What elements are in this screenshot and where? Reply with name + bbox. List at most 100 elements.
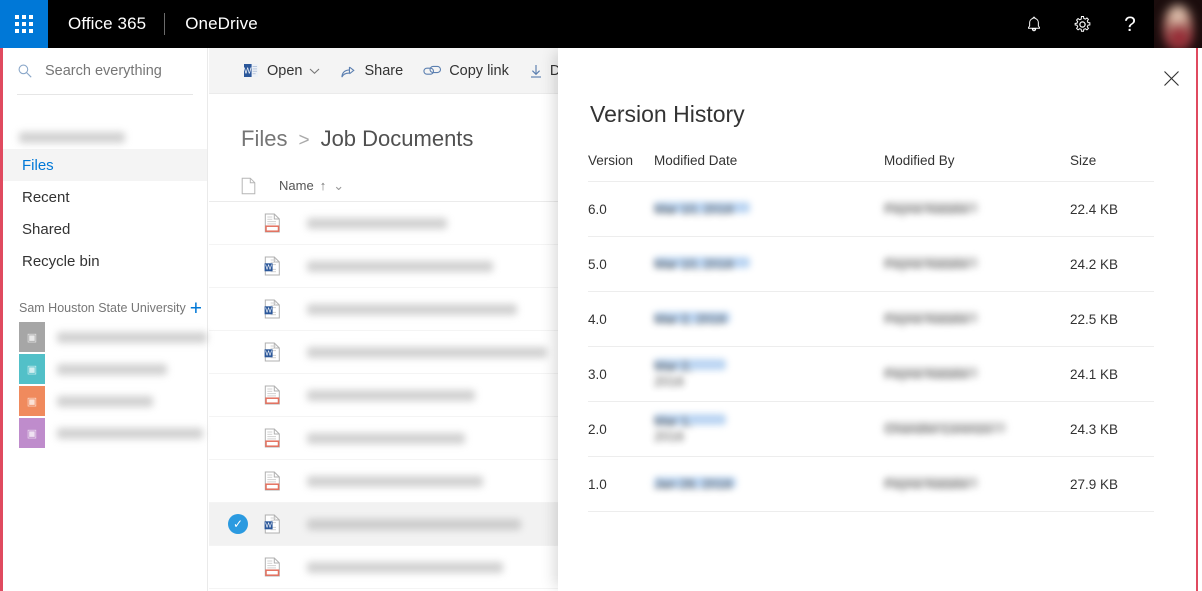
- share-icon: [340, 63, 357, 79]
- word-file-icon: W: [253, 514, 291, 534]
- svg-text:W: W: [265, 308, 272, 315]
- version-cell: 4.0: [588, 312, 654, 327]
- table-row[interactable]: 2.0 Mar 1, 2016 Chandler Lorenzo 24.3 KB: [588, 401, 1154, 456]
- open-button-label: Open: [267, 63, 302, 79]
- version-cell: 3.0: [588, 367, 654, 382]
- avatar[interactable]: [1154, 0, 1202, 48]
- table-row[interactable]: 5.0 Mar 10, 2016 Payne Natalie 24.2 KB: [588, 236, 1154, 291]
- sidebar-section-header: Sam Houston State University +: [3, 295, 207, 321]
- table-header-row: Version Modified Date Modified By Size: [588, 153, 1154, 181]
- modified-by-cell: Chandler Lorenzo: [884, 422, 1006, 433]
- table-row[interactable]: 3.0 Mar 2, 2016 Payne Natalie 24.1 KB: [588, 346, 1154, 401]
- modified-by-cell: Payne Natalie: [884, 312, 978, 323]
- word-file-icon: W: [253, 342, 291, 362]
- column-header-name[interactable]: Name ↑ ⌄: [279, 178, 344, 194]
- chevron-down-icon: [309, 63, 320, 79]
- sort-ascending-icon: ↑: [320, 178, 327, 193]
- pdf-file-icon: [253, 557, 291, 577]
- row-selector[interactable]: ✓: [223, 514, 253, 534]
- link-icon: [423, 64, 442, 78]
- site-tile-icon: ▣: [19, 418, 45, 448]
- breadcrumb-separator: >: [298, 130, 309, 152]
- size-cell: 24.1 KB: [1070, 367, 1154, 382]
- suite-brand[interactable]: Office 365: [48, 14, 164, 34]
- svg-text:W: W: [265, 265, 272, 272]
- page-title: Version History: [590, 101, 745, 128]
- site-tile-icon: ▣: [19, 354, 45, 384]
- sidebar-item-label: Files: [22, 157, 54, 174]
- share-button-label: Share: [364, 63, 403, 79]
- document-icon: [241, 177, 279, 195]
- pdf-file-icon: [253, 471, 291, 491]
- sidebar-item-files[interactable]: Files: [0, 149, 207, 181]
- version-history-table: Version Modified Date Modified By Size 6…: [588, 153, 1154, 512]
- pdf-file-icon: [253, 213, 291, 233]
- download-icon: [529, 63, 543, 79]
- plus-icon[interactable]: +: [190, 298, 202, 319]
- copy-link-button-label: Copy link: [449, 63, 509, 79]
- svg-text:W: W: [265, 523, 272, 530]
- close-button[interactable]: [1154, 61, 1188, 95]
- breadcrumb-current[interactable]: Job Documents: [321, 126, 474, 152]
- copy-link-button[interactable]: Copy link: [413, 48, 519, 94]
- settings-button[interactable]: [1058, 0, 1106, 48]
- word-file-icon: W: [253, 256, 291, 276]
- sidebar-item-label: Recent: [22, 189, 70, 206]
- sidebar-section-label: Sam Houston State University: [19, 301, 186, 315]
- notifications-button[interactable]: [1010, 0, 1058, 48]
- svg-text:W: W: [265, 351, 272, 358]
- open-button[interactable]: W Open: [233, 48, 330, 94]
- version-cell: 1.0: [588, 477, 654, 492]
- table-row[interactable]: 1.0 Jan 28, 2016 Payne Natalie 27.9 KB: [588, 456, 1154, 511]
- pdf-file-icon: [253, 428, 291, 448]
- column-header-size: Size: [1070, 153, 1154, 168]
- table-row[interactable]: 6.0 Mar 10, 2016 Payne Natalie 22.4 KB: [588, 181, 1154, 236]
- app-name[interactable]: OneDrive: [165, 14, 278, 34]
- gear-icon: [1073, 15, 1092, 34]
- search-placeholder: Search everything: [37, 63, 162, 79]
- sidebar-site-item[interactable]: ▣ Training & Communication: [3, 321, 207, 353]
- modified-date-link[interactable]: Mar 2, 2016: [654, 359, 726, 370]
- close-icon: [1163, 70, 1180, 87]
- modified-date-link[interactable]: Mar 10, 2016: [654, 257, 750, 268]
- site-tile-icon: ▣: [19, 386, 45, 416]
- chevron-down-icon: ⌄: [333, 178, 344, 194]
- modified-date-link[interactable]: Mar 10, 2016: [654, 202, 750, 213]
- app-launcher-button[interactable]: [0, 0, 48, 48]
- help-button[interactable]: ?: [1106, 0, 1154, 48]
- size-cell: 24.2 KB: [1070, 257, 1154, 272]
- sidebar-item-label: Shared: [22, 221, 70, 238]
- version-cell: 6.0: [588, 202, 654, 217]
- size-cell: 22.5 KB: [1070, 312, 1154, 327]
- suite-header: Office 365 OneDrive ?: [0, 0, 1202, 48]
- sidebar-user-name: Payne Natalie: [3, 125, 207, 149]
- column-header-modified-date: Modified Date: [654, 153, 884, 168]
- waffle-icon: [15, 15, 33, 33]
- table-row[interactable]: 4.0 Mar 2, 2016 Payne Natalie 22.5 KB: [588, 291, 1154, 346]
- size-cell: 22.4 KB: [1070, 202, 1154, 217]
- version-cell: 5.0: [588, 257, 654, 272]
- modified-date-link[interactable]: Mar 1, 2016: [654, 414, 726, 425]
- column-header-modified-by: Modified By: [884, 153, 1070, 168]
- modified-date-link[interactable]: Mar 2, 2016: [654, 312, 730, 323]
- version-cell: 2.0: [588, 422, 654, 437]
- breadcrumb-root[interactable]: Files: [241, 126, 287, 152]
- column-header-name-label: Name: [279, 178, 314, 193]
- question-mark-icon: ?: [1124, 14, 1136, 35]
- svg-text:W: W: [244, 67, 252, 76]
- search-input[interactable]: Search everything: [3, 48, 207, 94]
- modified-by-cell: Payne Natalie: [884, 202, 978, 213]
- onedrive-page: Office 365 OneDrive ?: [0, 0, 1202, 591]
- sidebar-site-item[interactable]: ▣ November 2016 Newsletter: [3, 417, 207, 449]
- size-cell: 24.3 KB: [1070, 422, 1154, 437]
- share-button[interactable]: Share: [330, 48, 413, 94]
- modified-date-link[interactable]: Jan 28, 2016: [654, 477, 736, 488]
- sidebar-item-shared[interactable]: Shared: [0, 213, 207, 245]
- search-icon: [17, 63, 37, 79]
- word-file-icon: W: [253, 299, 291, 319]
- sidebar-item-recent[interactable]: Recent: [0, 181, 207, 213]
- bell-icon: [1025, 15, 1043, 33]
- sidebar-item-recycle-bin[interactable]: Recycle bin: [0, 245, 207, 277]
- modified-by-cell: Payne Natalie: [884, 477, 978, 488]
- sidebar: Search everything Payne Natalie Files Re…: [3, 48, 208, 591]
